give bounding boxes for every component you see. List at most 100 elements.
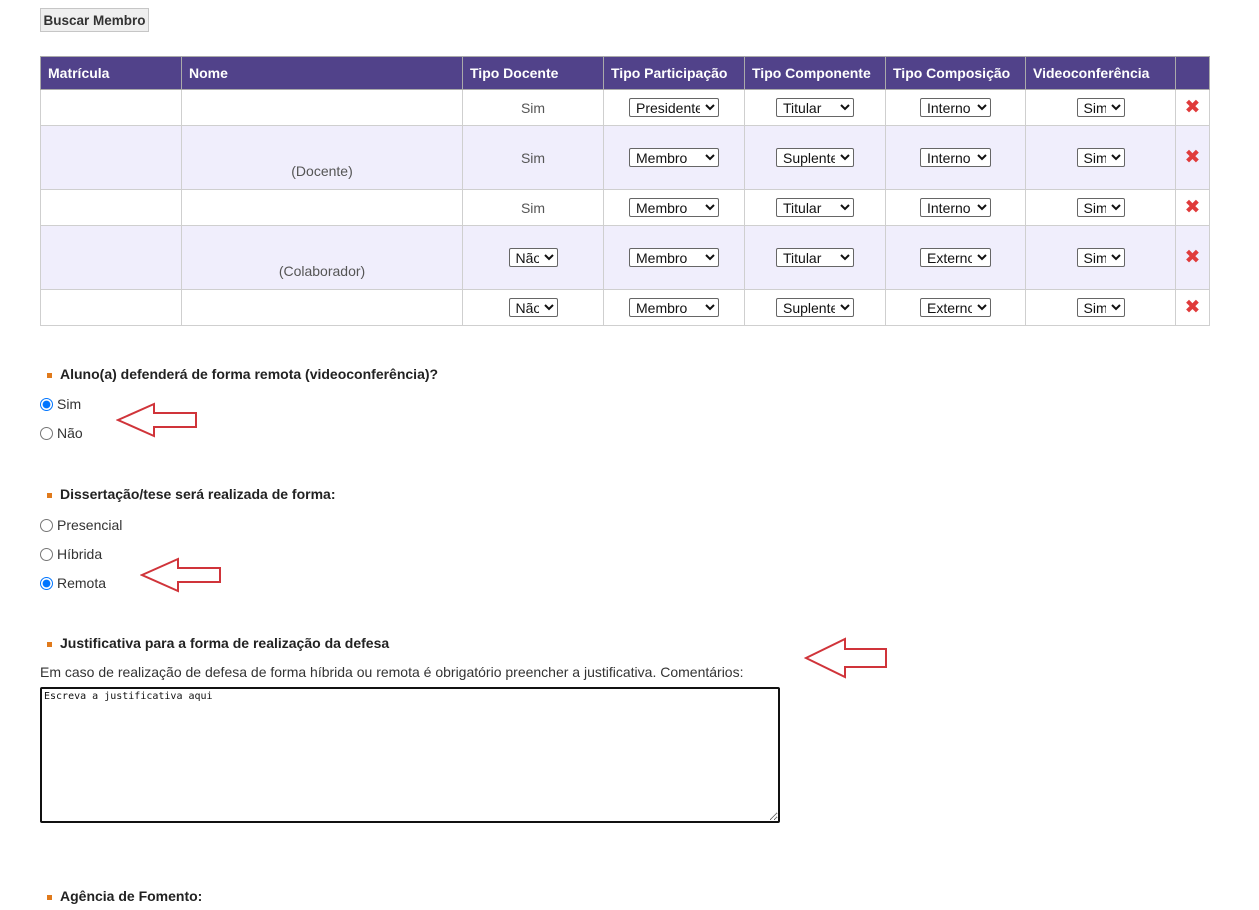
videoconferencia-select[interactable]: Sim: [1076, 98, 1125, 117]
radio-remote-sim[interactable]: Sim: [40, 396, 81, 412]
tipo-composicao-select[interactable]: Interno: [920, 148, 991, 167]
radio-remote-nao-label: Não: [57, 425, 83, 441]
tipo-componente-select[interactable]: Titular: [776, 98, 854, 117]
justification-description: Em caso de realização de defesa de forma…: [40, 664, 744, 680]
cell-tipo-participacao: Membro: [603, 125, 745, 190]
table-row: Não Membro Suplente Externo Sim ✖: [40, 289, 1210, 326]
agency-title-text: Agência de Fomento:: [60, 888, 203, 904]
table-header-row: Matrícula Nome Tipo Docente Tipo Partici…: [40, 56, 1210, 90]
cell-tipo-docente: Sim: [462, 189, 604, 226]
cell-videoconferencia: Sim: [1025, 225, 1176, 290]
cell-matricula: [40, 289, 182, 326]
cell-tipo-docente: Sim: [462, 89, 604, 126]
annotation-arrow-left-icon: [116, 402, 197, 438]
cell-actions: ✖: [1175, 89, 1210, 126]
table-row: (Colaborador) Não Membro Titular Externo Sim ✖: [40, 225, 1210, 290]
radio-format-presencial-input[interactable]: [40, 518, 53, 532]
cell-matricula: [40, 189, 182, 226]
justification-title: Justificativa para a forma de realização…: [47, 635, 389, 651]
tipo-componente-select[interactable]: Titular: [776, 248, 854, 267]
cell-tipo-componente: Titular: [744, 89, 886, 126]
delete-icon[interactable]: ✖: [1185, 248, 1201, 267]
radio-remote-sim-label: Sim: [57, 396, 82, 412]
radio-format-remota[interactable]: Remota: [40, 575, 106, 591]
tipo-componente-select[interactable]: Titular: [776, 198, 854, 217]
search-member-button[interactable]: Buscar Membro: [40, 8, 149, 32]
delete-icon[interactable]: ✖: [1185, 148, 1201, 167]
radio-format-hibrida[interactable]: Híbrida: [40, 546, 102, 562]
cell-tipo-composicao: Externo: [885, 289, 1026, 326]
table-row: Sim Presidente Titular Interno Sim ✖: [40, 89, 1210, 126]
videoconferencia-select[interactable]: Sim: [1076, 148, 1125, 167]
header-actions: [1175, 56, 1210, 90]
bullet-icon: [47, 372, 52, 378]
header-nome: Nome: [181, 56, 463, 90]
radio-format-remota-input[interactable]: [40, 576, 53, 590]
cell-tipo-composicao: Externo: [885, 225, 1026, 290]
cell-tipo-componente: Suplente: [744, 289, 886, 326]
tipo-docente-select[interactable]: Não: [508, 248, 558, 267]
videoconferencia-select[interactable]: Sim: [1076, 248, 1125, 267]
radio-remote-nao[interactable]: Não: [40, 425, 83, 441]
tipo-participacao-select[interactable]: Membro: [629, 148, 719, 167]
cell-tipo-composicao: Interno: [885, 189, 1026, 226]
format-question-text: Dissertação/tese será realizada de forma…: [60, 486, 336, 502]
tipo-componente-select[interactable]: Suplente: [776, 148, 854, 167]
annotation-arrow-left-icon: [140, 557, 221, 593]
nome-role: (Docente): [291, 163, 353, 179]
header-matricula: Matrícula: [40, 56, 182, 90]
justification-textarea[interactable]: [40, 687, 780, 823]
tipo-docente-select[interactable]: Não: [508, 298, 558, 317]
agency-title: Agência de Fomento:: [47, 888, 202, 904]
cell-tipo-participacao: Membro: [603, 289, 745, 326]
header-tipo-participacao: Tipo Participação: [603, 56, 745, 90]
tipo-participacao-select[interactable]: Membro: [629, 298, 719, 317]
cell-tipo-composicao: Interno: [885, 125, 1026, 190]
videoconferencia-select[interactable]: Sim: [1076, 198, 1125, 217]
cell-tipo-participacao: Membro: [603, 225, 745, 290]
cell-tipo-componente: Suplente: [744, 125, 886, 190]
tipo-docente-text: Sim: [520, 99, 546, 116]
cell-matricula: [40, 125, 182, 190]
cell-tipo-participacao: Presidente: [603, 89, 745, 126]
cell-tipo-docente: Sim: [462, 125, 604, 190]
videoconferencia-select[interactable]: Sim: [1076, 298, 1125, 317]
cell-tipo-componente: Titular: [744, 225, 886, 290]
remote-question-text: Aluno(a) defenderá de forma remota (vide…: [60, 366, 439, 382]
delete-icon[interactable]: ✖: [1185, 98, 1201, 117]
radio-remote-sim-input[interactable]: [40, 397, 53, 411]
members-table: Matrícula Nome Tipo Docente Tipo Partici…: [40, 56, 1210, 326]
cell-tipo-docente: Não: [462, 225, 604, 290]
cell-nome: [181, 189, 463, 226]
radio-format-hibrida-label: Híbrida: [57, 546, 103, 562]
nome-role: (Colaborador): [278, 263, 366, 279]
format-question-title: Dissertação/tese será realizada de forma…: [47, 486, 335, 502]
tipo-componente-select[interactable]: Suplente: [776, 298, 854, 317]
radio-format-presencial[interactable]: Presencial: [40, 517, 122, 533]
cell-nome: (Docente): [181, 125, 463, 190]
cell-actions: ✖: [1175, 125, 1210, 190]
tipo-participacao-select[interactable]: Membro: [629, 198, 719, 217]
remote-question-title: Aluno(a) defenderá de forma remota (vide…: [47, 366, 438, 382]
tipo-participacao-select[interactable]: Membro: [629, 248, 719, 267]
table-row: Sim Membro Titular Interno Sim ✖: [40, 189, 1210, 226]
cell-videoconferencia: Sim: [1025, 125, 1176, 190]
tipo-participacao-select[interactable]: Presidente: [629, 98, 719, 117]
cell-matricula: [40, 225, 182, 290]
tipo-composicao-select[interactable]: Interno: [920, 198, 991, 217]
tipo-composicao-select[interactable]: Externo: [920, 298, 991, 317]
tipo-composicao-select[interactable]: Interno: [920, 98, 991, 117]
radio-format-presencial-label: Presencial: [57, 517, 123, 533]
header-tipo-docente: Tipo Docente: [462, 56, 604, 90]
delete-icon[interactable]: ✖: [1185, 198, 1201, 217]
cell-tipo-componente: Titular: [744, 189, 886, 226]
cell-tipo-docente: Não: [462, 289, 604, 326]
cell-matricula: [40, 89, 182, 126]
tipo-composicao-select[interactable]: Externo: [920, 248, 991, 267]
cell-nome: [181, 89, 463, 126]
delete-icon[interactable]: ✖: [1185, 298, 1201, 317]
radio-format-hibrida-input[interactable]: [40, 547, 53, 561]
annotation-arrow-left-icon: [804, 637, 887, 679]
cell-nome: [181, 289, 463, 326]
radio-remote-nao-input[interactable]: [40, 426, 53, 440]
